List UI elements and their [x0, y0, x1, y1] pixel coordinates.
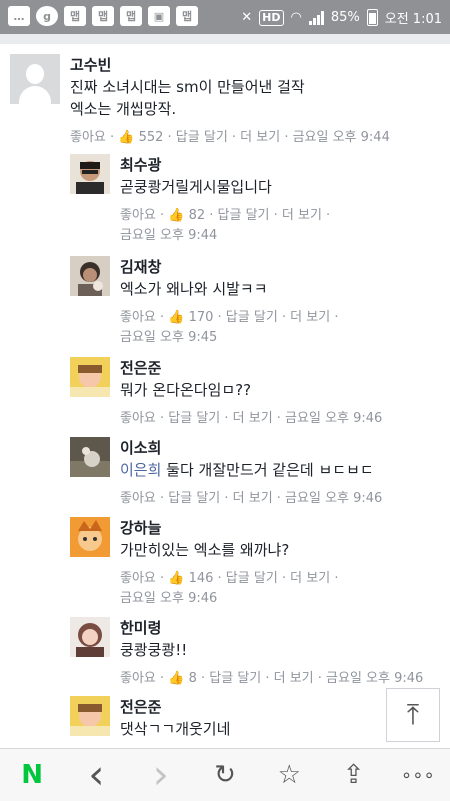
- battery-percent: 85%: [330, 10, 360, 25]
- naver-logo-button[interactable]: N: [12, 755, 52, 795]
- reply: 최수광 곧쿵쾅거릴게시물입니다 좋아요 · 👍 82 · 답글 달기 · 더 보…: [70, 154, 450, 246]
- arrow-up-icon: ⤒: [406, 698, 420, 731]
- chevron-right-icon: ›: [152, 752, 169, 798]
- comment-actions[interactable]: 좋아요 · 답글 달기 · 더 보기 · 금요일 오후 9:46: [120, 489, 450, 509]
- avatar-photo: [70, 617, 110, 657]
- avatar-photo: [70, 517, 110, 557]
- forward-button[interactable]: ›: [141, 755, 181, 795]
- comment-text: 가만히있는 엑소를 왜까냐?: [120, 541, 290, 559]
- reply: 전은준 뭐가 온다온다임ㅁ?? 좋아요 · 답글 달기 · 더 보기 · 금요일…: [70, 357, 450, 429]
- avatar[interactable]: [10, 54, 60, 104]
- comment-text: 곧쿵쾅거릴게시물입니다: [120, 178, 272, 196]
- avatar[interactable]: [70, 517, 110, 557]
- comment-text: 엑소가 왜나와 시발ㅋㅋ: [120, 280, 268, 298]
- commenter-name[interactable]: 고수빈: [70, 54, 440, 76]
- reply: 이소희 이은희 둘다 개잘만드거 같은데 ㅂㄷㅂㄷ 좋아요 · 답글 달기 · …: [70, 437, 450, 509]
- comment-text: 진짜 소녀시대는 sm이 만들어낸 걸작: [70, 78, 305, 96]
- app-icon: 맵: [176, 6, 198, 26]
- share-icon: ⇪: [342, 760, 365, 790]
- comment-text: 뭐가 온다온다임ㅁ??: [120, 381, 252, 399]
- browser-toolbar: N ‹ › ↻ ☆ ⇪ ∘∘∘: [0, 748, 450, 801]
- notification-icons: … g 맵 맵 맵 ▣ 맵: [8, 6, 198, 26]
- scroll-to-top-button[interactable]: ⤒: [386, 688, 440, 742]
- image-icon: ▣: [148, 6, 170, 26]
- comment-actions[interactable]: 좋아요 · 👍 8 · 답글 달기 · 더 보기 · 금요일 오후 9:46: [120, 669, 450, 689]
- hd-icon: HD: [259, 9, 284, 26]
- commenter-name[interactable]: 최수광: [120, 154, 450, 176]
- back-button[interactable]: ‹: [76, 755, 116, 795]
- avatar[interactable]: [70, 696, 110, 736]
- refresh-button[interactable]: ↻: [205, 755, 245, 795]
- avatar-photo: [70, 437, 110, 477]
- chat-icon: …: [8, 6, 30, 26]
- g-icon: g: [36, 6, 58, 26]
- avatar-photo: [70, 154, 110, 194]
- more-icon: ∘∘∘: [400, 764, 435, 786]
- avatar[interactable]: [70, 617, 110, 657]
- bookmark-button[interactable]: ☆: [269, 755, 309, 795]
- divider: [0, 34, 450, 44]
- mention-link[interactable]: 이은희: [120, 461, 161, 479]
- app-icon: 맵: [120, 6, 142, 26]
- comment: 고수빈 진짜 소녀시대는 sm이 만들어낸 걸작 엑소는 개씹망작. 좋아요 ·…: [10, 54, 440, 148]
- avatar[interactable]: [70, 357, 110, 397]
- comment-text: 쿵쾅쿵쾅!!: [120, 641, 188, 659]
- comment-text: 이은희 둘다 개잘만드거 같은데 ㅂㄷㅂㄷ: [120, 461, 374, 479]
- signal-icon: [308, 10, 324, 25]
- commenter-name[interactable]: 김재창: [120, 256, 450, 278]
- avatar[interactable]: [70, 437, 110, 477]
- reply: 김재창 엑소가 왜나와 시발ㅋㅋ 좋아요 · 👍 170 · 답글 달기 · 더…: [70, 256, 450, 348]
- avatar-photo: [70, 696, 110, 736]
- chevron-left-icon: ‹: [88, 752, 105, 798]
- avatar[interactable]: [70, 256, 110, 296]
- status-bar: … g 맵 맵 맵 ▣ 맵 ✕ HD ◠ 85% 오전 1:01: [0, 0, 450, 34]
- comment-actions[interactable]: 좋아요 · 답글 달기 · 더 보기 · 금요일 오후 9:46: [120, 409, 450, 429]
- comment-text: 엑소는 개씹망작.: [70, 100, 177, 118]
- wifi-icon: ◠: [290, 10, 302, 25]
- system-status: ✕ HD ◠ 85% 오전 1:01: [241, 8, 442, 27]
- avatar-photo: [70, 256, 110, 296]
- battery-icon: [366, 9, 378, 26]
- commenter-name[interactable]: 강하늘: [120, 517, 450, 539]
- avatar-photo: [70, 357, 110, 397]
- reply: 강하늘 가만히있는 엑소를 왜까냐? 좋아요 · 👍 146 · 답글 달기 ·…: [70, 517, 450, 609]
- comment-actions[interactable]: 좋아요 · 👍 552 · 답글 달기 · 더 보기 · 금요일 오후 9:44: [70, 128, 440, 148]
- comment-actions[interactable]: 좋아요 · 👍 170 · 답글 달기 · 더 보기 · 금요일 오후 9:45: [120, 308, 450, 348]
- default-avatar-icon: [26, 64, 44, 84]
- more-button[interactable]: ∘∘∘: [398, 755, 438, 795]
- app-icon: 맵: [64, 6, 86, 26]
- comment-actions[interactable]: 좋아요 · 👍 82 · 답글 달기 · 더 보기 · 금요일 오후 9:44: [120, 206, 450, 246]
- refresh-icon: ↻: [214, 760, 236, 790]
- comment-actions[interactable]: 좋아요 · 👍 146 · 답글 달기 · 더 보기 · 금요일 오후 9:46: [120, 569, 450, 609]
- mute-icon: ✕: [241, 10, 253, 25]
- commenter-name[interactable]: 전은준: [120, 357, 450, 379]
- reply: 한미령 쿵쾅쿵쾅!! 좋아요 · 👍 8 · 답글 달기 · 더 보기 · 금요…: [70, 617, 450, 689]
- commenter-name[interactable]: 한미령: [120, 617, 450, 639]
- clock: 오전 1:01: [384, 12, 442, 27]
- comment-feed[interactable]: 고수빈 진짜 소녀시대는 sm이 만들어낸 걸작 엑소는 개씹망작. 좋아요 ·…: [0, 34, 450, 748]
- commenter-name[interactable]: 이소희: [120, 437, 450, 459]
- avatar[interactable]: [70, 154, 110, 194]
- share-button[interactable]: ⇪: [334, 755, 374, 795]
- star-icon: ☆: [277, 760, 301, 790]
- app-icon: 맵: [92, 6, 114, 26]
